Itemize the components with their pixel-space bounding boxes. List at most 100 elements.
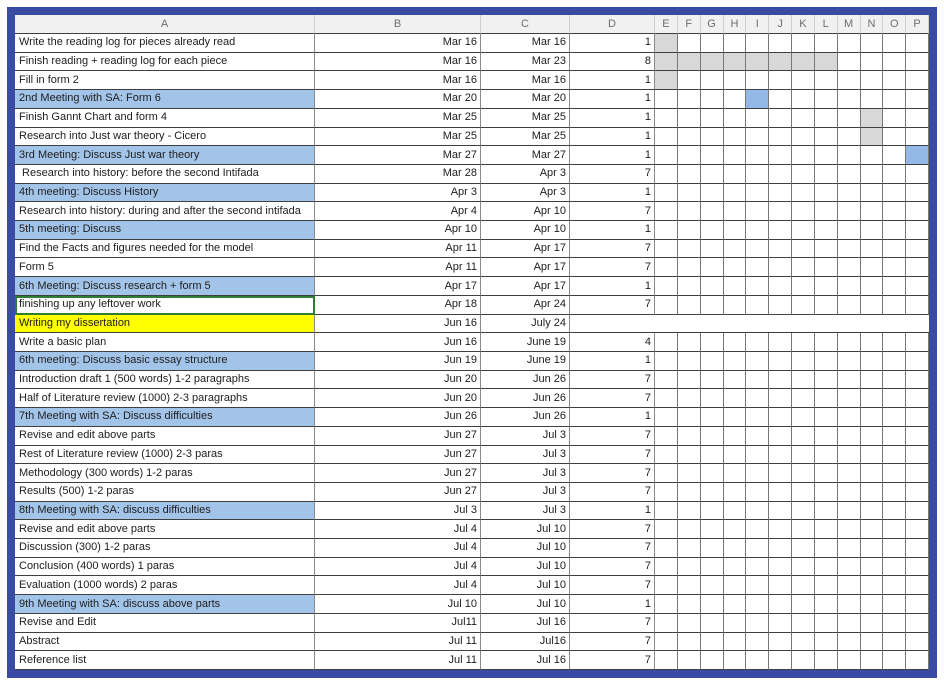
start-date-cell[interactable]: Mar 25 [315, 128, 481, 147]
gantt-cell[interactable] [769, 539, 792, 558]
gantt-cell[interactable] [724, 539, 747, 558]
gantt-cell[interactable] [769, 202, 792, 221]
gantt-cell[interactable] [746, 296, 769, 315]
duration-cell[interactable]: 7 [570, 427, 655, 446]
gantt-cell[interactable] [655, 614, 678, 633]
gantt-cell[interactable] [655, 464, 678, 483]
gantt-cell[interactable] [838, 633, 861, 652]
task-name-cell[interactable]: 8th Meeting with SA: discuss difficultie… [15, 502, 315, 521]
gantt-cell[interactable] [906, 520, 929, 539]
end-date-cell[interactable]: Apr 10 [481, 221, 570, 240]
gantt-cell[interactable] [655, 109, 678, 128]
gantt-cell[interactable] [838, 371, 861, 390]
duration-cell[interactable]: 7 [570, 539, 655, 558]
gantt-cell[interactable] [678, 277, 701, 296]
task-name-cell[interactable]: 7th Meeting with SA: Discuss difficultie… [15, 408, 315, 427]
gantt-cell[interactable] [815, 651, 838, 670]
gantt-cell[interactable] [769, 558, 792, 577]
gantt-cell[interactable] [769, 90, 792, 109]
start-date-cell[interactable]: Apr 4 [315, 202, 481, 221]
task-name-cell[interactable]: finishing up any leftover work [15, 296, 315, 315]
gantt-cell[interactable] [746, 352, 769, 371]
duration-cell[interactable]: 1 [570, 90, 655, 109]
gantt-bar-cell[interactable] [655, 71, 678, 90]
start-date-cell[interactable]: Jul11 [315, 614, 481, 633]
gantt-cell[interactable] [724, 277, 747, 296]
gantt-bar-cell[interactable] [655, 53, 678, 72]
gantt-cell[interactable] [883, 184, 906, 203]
gantt-cell[interactable] [678, 558, 701, 577]
gantt-cell[interactable] [883, 614, 906, 633]
gantt-cell[interactable] [724, 408, 747, 427]
start-date-cell[interactable]: Jul 4 [315, 558, 481, 577]
gantt-cell[interactable] [769, 595, 792, 614]
gantt-cell[interactable] [815, 539, 838, 558]
gantt-cell[interactable] [861, 90, 884, 109]
gantt-cell[interactable] [724, 576, 747, 595]
gantt-cell[interactable] [769, 483, 792, 502]
gantt-cell[interactable] [678, 502, 701, 521]
gantt-cell[interactable] [655, 184, 678, 203]
gantt-cell[interactable] [838, 184, 861, 203]
end-date-cell[interactable]: Apr 3 [481, 165, 570, 184]
column-header-f[interactable]: F [678, 15, 701, 34]
gantt-cell[interactable] [883, 371, 906, 390]
gantt-cell[interactable] [701, 389, 724, 408]
gantt-cell[interactable] [883, 128, 906, 147]
gantt-cell[interactable] [861, 502, 884, 521]
gantt-cell[interactable] [815, 483, 838, 502]
gantt-cell[interactable] [906, 446, 929, 465]
column-header-e[interactable]: E [655, 15, 678, 34]
gantt-cell[interactable] [815, 614, 838, 633]
gantt-cell[interactable] [883, 427, 906, 446]
gantt-cell[interactable] [655, 296, 678, 315]
end-date-cell[interactable]: Apr 24 [481, 296, 570, 315]
gantt-cell[interactable] [724, 427, 747, 446]
gantt-cell[interactable] [838, 109, 861, 128]
gantt-cell[interactable] [769, 464, 792, 483]
task-name-cell[interactable]: Write the reading log for pieces already… [15, 34, 315, 53]
gantt-cell[interactable] [792, 146, 815, 165]
gantt-cell[interactable] [883, 90, 906, 109]
gantt-cell[interactable] [701, 128, 724, 147]
gantt-cell[interactable] [906, 576, 929, 595]
gantt-cell[interactable] [883, 389, 906, 408]
gantt-cell[interactable] [724, 71, 747, 90]
gantt-cell[interactable] [815, 558, 838, 577]
gantt-cell[interactable] [861, 296, 884, 315]
end-date-cell[interactable]: Jul 10 [481, 595, 570, 614]
duration-cell[interactable]: 7 [570, 520, 655, 539]
gantt-cell[interactable] [838, 483, 861, 502]
gantt-cell[interactable] [792, 296, 815, 315]
gantt-cell[interactable] [792, 184, 815, 203]
end-date-cell[interactable]: Mar 20 [481, 90, 570, 109]
gantt-cell[interactable] [906, 595, 929, 614]
gantt-cell[interactable] [906, 258, 929, 277]
gantt-cell[interactable] [906, 277, 929, 296]
gantt-cell[interactable] [792, 446, 815, 465]
gantt-cell[interactable] [815, 109, 838, 128]
gantt-cell[interactable] [861, 165, 884, 184]
column-header-l[interactable]: L [815, 15, 838, 34]
gantt-cell[interactable] [792, 71, 815, 90]
gantt-cell[interactable] [724, 389, 747, 408]
gantt-cell[interactable] [724, 633, 747, 652]
gantt-bar-cell[interactable] [861, 109, 884, 128]
gantt-cell[interactable] [883, 558, 906, 577]
end-date-cell[interactable]: Jul 10 [481, 539, 570, 558]
start-date-cell[interactable]: Jun 27 [315, 446, 481, 465]
end-date-cell[interactable]: Mar 16 [481, 71, 570, 90]
duration-cell[interactable]: 1 [570, 595, 655, 614]
duration-cell[interactable]: 7 [570, 202, 655, 221]
gantt-cell[interactable] [655, 128, 678, 147]
gantt-cell[interactable] [815, 464, 838, 483]
end-date-cell[interactable]: Apr 17 [481, 277, 570, 296]
gantt-cell[interactable] [701, 71, 724, 90]
gantt-cell[interactable] [769, 109, 792, 128]
gantt-cell[interactable] [678, 614, 701, 633]
gantt-bar-cell[interactable] [678, 53, 701, 72]
gantt-cell[interactable] [701, 165, 724, 184]
gantt-cell[interactable] [701, 109, 724, 128]
gantt-bar-cell[interactable] [724, 53, 747, 72]
gantt-cell[interactable] [838, 502, 861, 521]
